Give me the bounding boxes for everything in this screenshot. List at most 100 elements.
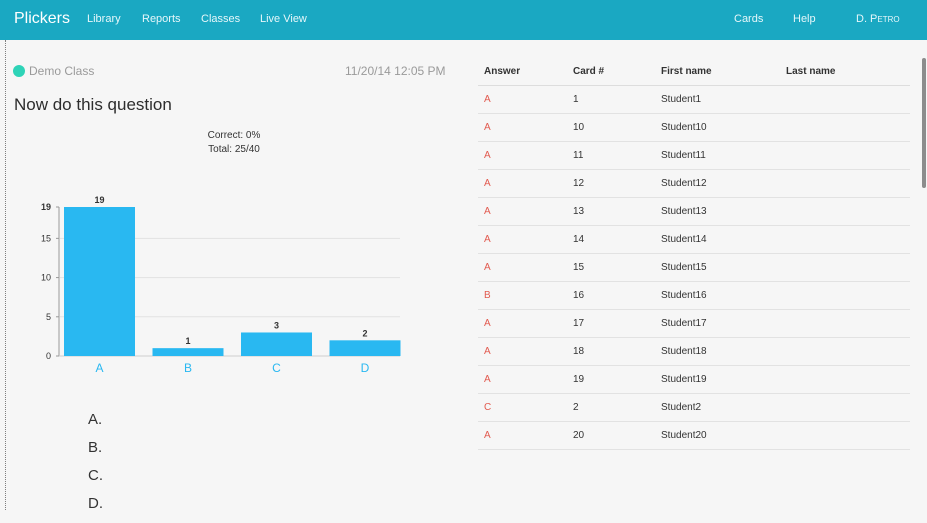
user-menu[interactable]: D. Petro: [856, 13, 900, 25]
x-tick-label: C: [272, 361, 281, 375]
card-cell: 18: [573, 346, 585, 357]
correct-percentage: Correct: 0%: [207, 130, 261, 141]
scrollbar[interactable]: [922, 58, 926, 188]
first-name-cell: Student19: [661, 374, 707, 385]
card-cell: 12: [573, 178, 585, 189]
y-tick-label: 5: [46, 312, 51, 322]
card-cell: 2: [573, 402, 579, 413]
card-cell: 16: [573, 290, 585, 301]
x-tick-label: D: [361, 361, 370, 375]
answer-cell: A: [484, 262, 491, 273]
table-row: A 17 Student17: [478, 310, 910, 338]
nav-cards[interactable]: Cards: [734, 13, 763, 25]
first-name-cell: Student1: [661, 94, 702, 105]
nav-help[interactable]: Help: [793, 13, 816, 25]
answer-cell: A: [484, 94, 491, 105]
first-name-cell: Student12: [661, 178, 707, 189]
answer-cell: A: [484, 318, 491, 329]
card-cell: 17: [573, 318, 585, 329]
answer-cell: A: [484, 430, 491, 441]
first-name-cell: Student17: [661, 318, 707, 329]
table-row: A 13 Student13: [478, 198, 910, 226]
first-name-cell: Student11: [661, 150, 706, 161]
bar-c: [241, 332, 312, 356]
first-name-cell: Student18: [661, 346, 707, 357]
card-cell: 20: [573, 430, 585, 441]
table-row: A 10 Student10: [478, 114, 910, 142]
class-color-dot: [13, 65, 25, 77]
frame-border: [5, 40, 6, 510]
choice-b: B.: [88, 439, 103, 456]
card-cell: 19: [573, 374, 585, 385]
y-tick-label: 19: [41, 202, 51, 212]
table-header: Answer Card # First name Last name: [478, 58, 910, 86]
y-tick-label: 15: [41, 233, 51, 243]
first-name-cell: Student10: [661, 122, 707, 133]
first-name-cell: Student14: [661, 234, 707, 245]
nav-classes[interactable]: Classes: [201, 13, 240, 25]
y-tick-label: 0: [46, 351, 51, 361]
table-body: A 1 Student1 A 10 Student10 A 11 Student11 A 12 Stu…: [478, 86, 910, 450]
table-row: C 2 Student2: [478, 394, 910, 422]
result-stats: Correct: 0% Total: 25/40: [150, 129, 318, 157]
question-title: Now do this question: [14, 95, 172, 114]
card-cell: 14: [573, 234, 585, 245]
class-name: Demo Class: [29, 64, 95, 78]
card-cell: 10: [573, 122, 585, 133]
bar-value-label: 2: [362, 328, 367, 338]
table-row: B 16 Student16: [478, 282, 910, 310]
first-name-cell: Student13: [661, 206, 707, 217]
table-row: A 1 Student1: [478, 86, 910, 114]
answer-cell: A: [484, 234, 491, 245]
choice-c: C.: [88, 467, 103, 484]
bar-a: [64, 207, 135, 356]
bar-value-label: 1: [185, 336, 190, 346]
answer-cell: B: [484, 290, 491, 301]
header-answer[interactable]: Answer: [478, 66, 573, 77]
bar-b: [152, 348, 224, 356]
card-cell: 13: [573, 206, 585, 217]
answer-cell: A: [484, 150, 491, 161]
card-cell: 15: [573, 262, 585, 273]
x-tick-label: B: [184, 361, 192, 375]
answer-cell: C: [484, 402, 492, 413]
x-tick-label: A: [95, 361, 103, 375]
table-row: A 11 Student11: [478, 142, 910, 170]
brand-logo[interactable]: Plickers: [14, 10, 70, 28]
first-name-cell: Student20: [661, 430, 707, 441]
header-card[interactable]: Card #: [573, 66, 661, 77]
table-row: A 18 Student18: [478, 338, 910, 366]
answer-choices: A. B. C. D.: [88, 411, 103, 523]
choice-d: D.: [88, 495, 103, 512]
student-responses-table: Answer Card # First name Last name A 1 Stu…: [478, 58, 910, 450]
first-name-cell: Student2: [661, 402, 702, 413]
answer-distribution-chart: 0 5 10 15 19 19 A 1 B 3 C 2 D: [41, 195, 401, 375]
table-row: A 14 Student14: [478, 226, 910, 254]
class-indicator: Demo Class: [13, 64, 94, 78]
total-responses: Total: 25/40: [208, 144, 260, 155]
card-cell: 11: [573, 150, 584, 161]
table-row: A 19 Student19: [478, 366, 910, 394]
bar-value-label: 19: [94, 195, 104, 205]
top-nav-bar: Plickers Library Reports Classes Live Vi…: [0, 0, 927, 40]
answer-cell: A: [484, 346, 491, 357]
table-row: A 12 Student12: [478, 170, 910, 198]
bar-d: [329, 340, 401, 356]
choice-a: A.: [88, 411, 103, 428]
answer-cell: A: [484, 374, 491, 385]
header-first-name[interactable]: First name: [661, 66, 786, 77]
answer-cell: A: [484, 206, 491, 217]
nav-reports[interactable]: Reports: [142, 13, 181, 25]
header-last-name[interactable]: Last name: [786, 66, 910, 77]
answer-cell: A: [484, 122, 491, 133]
table-row: A 20 Student20: [478, 422, 910, 450]
bar-value-label: 3: [274, 320, 279, 330]
first-name-cell: Student16: [661, 290, 707, 301]
nav-library[interactable]: Library: [87, 13, 121, 25]
nav-live-view[interactable]: Live View: [260, 13, 307, 25]
table-row: A 15 Student15: [478, 254, 910, 282]
y-tick-label: 10: [41, 273, 51, 283]
first-name-cell: Student15: [661, 262, 707, 273]
card-cell: 1: [573, 94, 579, 105]
answer-cell: A: [484, 178, 491, 189]
